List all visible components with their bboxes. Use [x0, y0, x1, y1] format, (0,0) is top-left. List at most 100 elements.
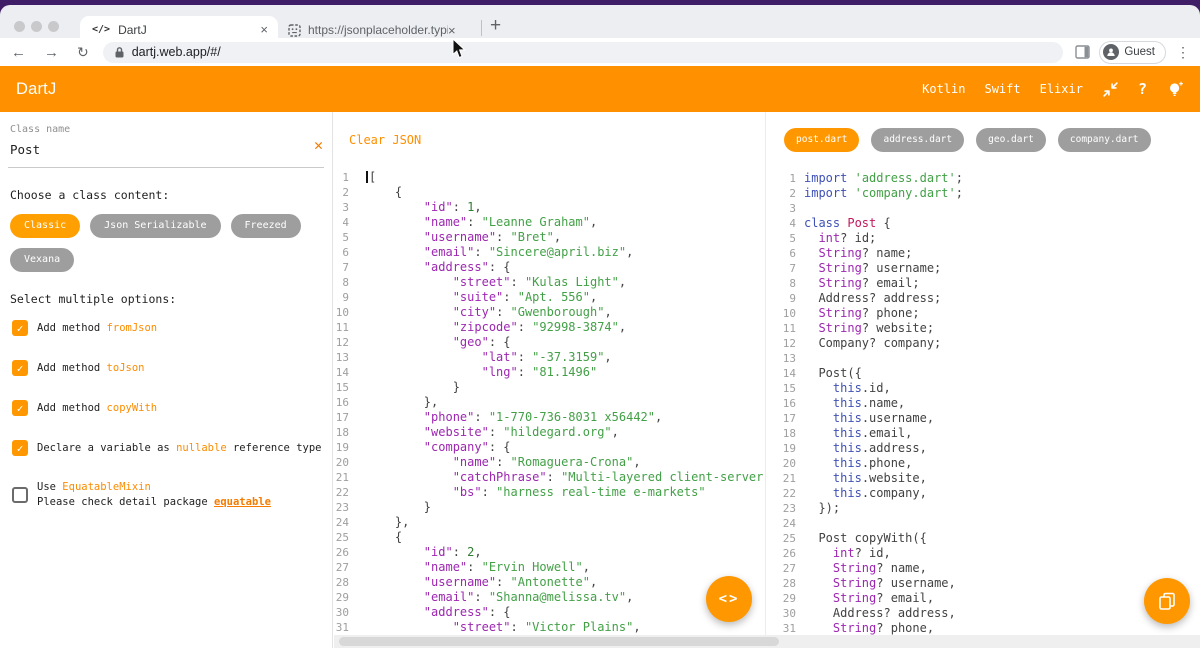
code-line[interactable]: 13 "lat": "-37.3159", — [333, 350, 765, 365]
tab-post-dart[interactable]: post.dart — [784, 128, 859, 152]
code-line[interactable]: 14 "lng": "81.1496" — [333, 365, 765, 380]
option-add-copywith[interactable]: ✓ Add method copyWith — [10, 400, 322, 416]
checkbox-checked-icon[interactable]: ✓ — [12, 400, 28, 416]
help-icon[interactable]: ? — [1138, 80, 1147, 98]
line-number: 2 — [333, 185, 349, 200]
code-line[interactable]: 24 }, — [333, 515, 765, 530]
code-line[interactable]: 16 }, — [333, 395, 765, 410]
code-line: 16 this.name, — [766, 396, 1200, 411]
code-line[interactable]: 2 { — [333, 185, 765, 200]
option-label: Add method toJson — [37, 361, 144, 376]
reload-icon[interactable]: ↻ — [77, 45, 89, 59]
forward-icon[interactable]: → — [44, 45, 59, 60]
code-line[interactable]: 4 "name": "Leanne Graham", — [333, 215, 765, 230]
code-line[interactable]: 8 "street": "Kulas Light", — [333, 275, 765, 290]
convert-code-fab[interactable]: <> — [706, 576, 752, 622]
code-line[interactable]: 23 } — [333, 500, 765, 515]
url-text[interactable]: dartj.web.app/#/ — [132, 45, 221, 59]
window-minimize-button[interactable] — [31, 21, 42, 32]
option-add-fromjson[interactable]: ✓ Add method fromJson — [10, 320, 322, 336]
content-option-classic[interactable]: Classic — [10, 214, 80, 238]
browser-menu-icon[interactable]: ⋮ — [1176, 44, 1190, 61]
window-close-button[interactable] — [14, 21, 25, 32]
code-line[interactable]: 19 "company": { — [333, 440, 765, 455]
scrollbar-thumb[interactable] — [339, 637, 779, 646]
json-code[interactable]: 1[2 {3 "id": 1,4 "name": "Leanne Graham"… — [333, 170, 765, 635]
equatable-package-link[interactable]: equatable — [214, 496, 271, 508]
content-option-json-serializable[interactable]: Json Serializable — [90, 214, 220, 238]
checkbox-unchecked-icon[interactable] — [12, 487, 28, 503]
checkbox-checked-icon[interactable]: ✓ — [12, 440, 28, 456]
content-option-vexana[interactable]: Vexana — [10, 248, 74, 272]
clear-json-button[interactable]: Clear JSON — [349, 133, 421, 147]
option-add-tojson[interactable]: ✓ Add method toJson — [10, 360, 322, 376]
code-line[interactable]: 20 "name": "Romaguera-Crona", — [333, 455, 765, 470]
nav-link-swift[interactable]: Swift — [984, 82, 1020, 96]
code-line[interactable]: 10 "city": "Gwenborough", — [333, 305, 765, 320]
clear-class-name-icon[interactable]: ✕ — [314, 138, 323, 153]
profile-chip[interactable]: Guest — [1099, 41, 1166, 64]
option-label: Add method fromJson — [37, 321, 157, 336]
code-line[interactable]: 7 "address": { — [333, 260, 765, 275]
back-icon[interactable]: ← — [11, 45, 26, 60]
code-line[interactable]: 25 { — [333, 530, 765, 545]
window-zoom-button[interactable] — [48, 21, 59, 32]
new-tab-button[interactable]: + — [490, 15, 501, 37]
code-line[interactable]: 12 "geo": { — [333, 335, 765, 350]
checkbox-checked-icon[interactable]: ✓ — [12, 320, 28, 336]
line-number: 12 — [333, 335, 349, 350]
code-line: 6 String? name; — [766, 246, 1200, 261]
collapse-icon[interactable] — [1102, 81, 1119, 98]
code-line[interactable]: 3 "id": 1, — [333, 200, 765, 215]
class-name-label: Class name — [10, 124, 322, 135]
code-line[interactable]: 1[ — [333, 170, 765, 185]
code-line[interactable]: 30 "address": { — [333, 605, 765, 620]
copy-code-fab[interactable] — [1144, 578, 1190, 624]
code-line[interactable]: 29 "email": "Shanna@melissa.tv", — [333, 590, 765, 605]
code-line[interactable]: 18 "website": "hildegard.org", — [333, 425, 765, 440]
option-equatable-mixin[interactable]: Use EquatableMixin Please check detail p… — [10, 480, 322, 510]
tab-close-icon[interactable]: × — [260, 23, 268, 36]
code-line: 28 String? username, — [766, 576, 1200, 591]
code-line: 25 Post copyWith({ — [766, 531, 1200, 546]
code-line[interactable]: 22 "bs": "harness real-time e-markets" — [333, 485, 765, 500]
code-line[interactable]: 15 } — [333, 380, 765, 395]
code-line[interactable]: 27 "name": "Ervin Howell", — [333, 560, 765, 575]
option-nullable[interactable]: ✓ Declare a variable as nullable referen… — [10, 440, 322, 456]
code-line[interactable]: 26 "id": 2, — [333, 545, 765, 560]
code-line[interactable]: 9 "suite": "Apt. 556", — [333, 290, 765, 305]
multiple-options-list: ✓ Add method fromJson ✓ Add method toJso… — [10, 320, 322, 510]
code-line[interactable]: 28 "username": "Antonette", — [333, 575, 765, 590]
line-number: 1 — [333, 170, 349, 185]
code-line[interactable]: 11 "zipcode": "92998-3874", — [333, 320, 765, 335]
content-option-freezed[interactable]: Freezed — [231, 214, 301, 238]
tab-close-icon[interactable]: × — [448, 24, 456, 37]
option-label: Declare a variable as nullable reference… — [37, 441, 321, 456]
code-line: 23 }); — [766, 501, 1200, 516]
checkbox-checked-icon[interactable]: ✓ — [12, 360, 28, 376]
nav-link-elixir[interactable]: Elixir — [1040, 82, 1083, 96]
line-number: 27 — [766, 561, 796, 576]
code-line[interactable]: 5 "username": "Bret", — [333, 230, 765, 245]
code-line[interactable]: 6 "email": "Sincere@april.biz", — [333, 245, 765, 260]
line-number: 28 — [333, 575, 349, 590]
line-number: 20 — [333, 455, 349, 470]
lightbulb-theme-icon[interactable] — [1166, 80, 1185, 99]
tab-geo-dart[interactable]: geo.dart — [976, 128, 1046, 152]
code-line[interactable]: 17 "phone": "1-770-736-8031 x56442", — [333, 410, 765, 425]
browser-navbar: ← → ↻ dartj.web.app/#/ Guest ⋮ — [0, 38, 1200, 66]
nav-link-kotlin[interactable]: Kotlin — [922, 82, 965, 96]
address-bar[interactable]: dartj.web.app/#/ — [103, 42, 1064, 63]
code-line[interactable]: 21 "catchPhrase": "Multi-layered client-… — [333, 470, 765, 485]
line-number: 22 — [333, 485, 349, 500]
code-line[interactable]: 31 "street": "Victor Plains", — [333, 620, 765, 635]
code-line: 20 this.phone, — [766, 456, 1200, 471]
tab-address-dart[interactable]: address.dart — [871, 128, 964, 152]
line-number: 24 — [333, 515, 349, 530]
line-number: 5 — [333, 230, 349, 245]
side-panel-icon[interactable] — [1075, 45, 1090, 59]
line-number: 21 — [333, 470, 349, 485]
json-editor-panel[interactable]: Clear JSON 1[2 {3 "id": 1,4 "name": "Lea… — [333, 112, 766, 648]
tab-company-dart[interactable]: company.dart — [1058, 128, 1151, 152]
class-name-input[interactable]: Post — [10, 142, 322, 157]
